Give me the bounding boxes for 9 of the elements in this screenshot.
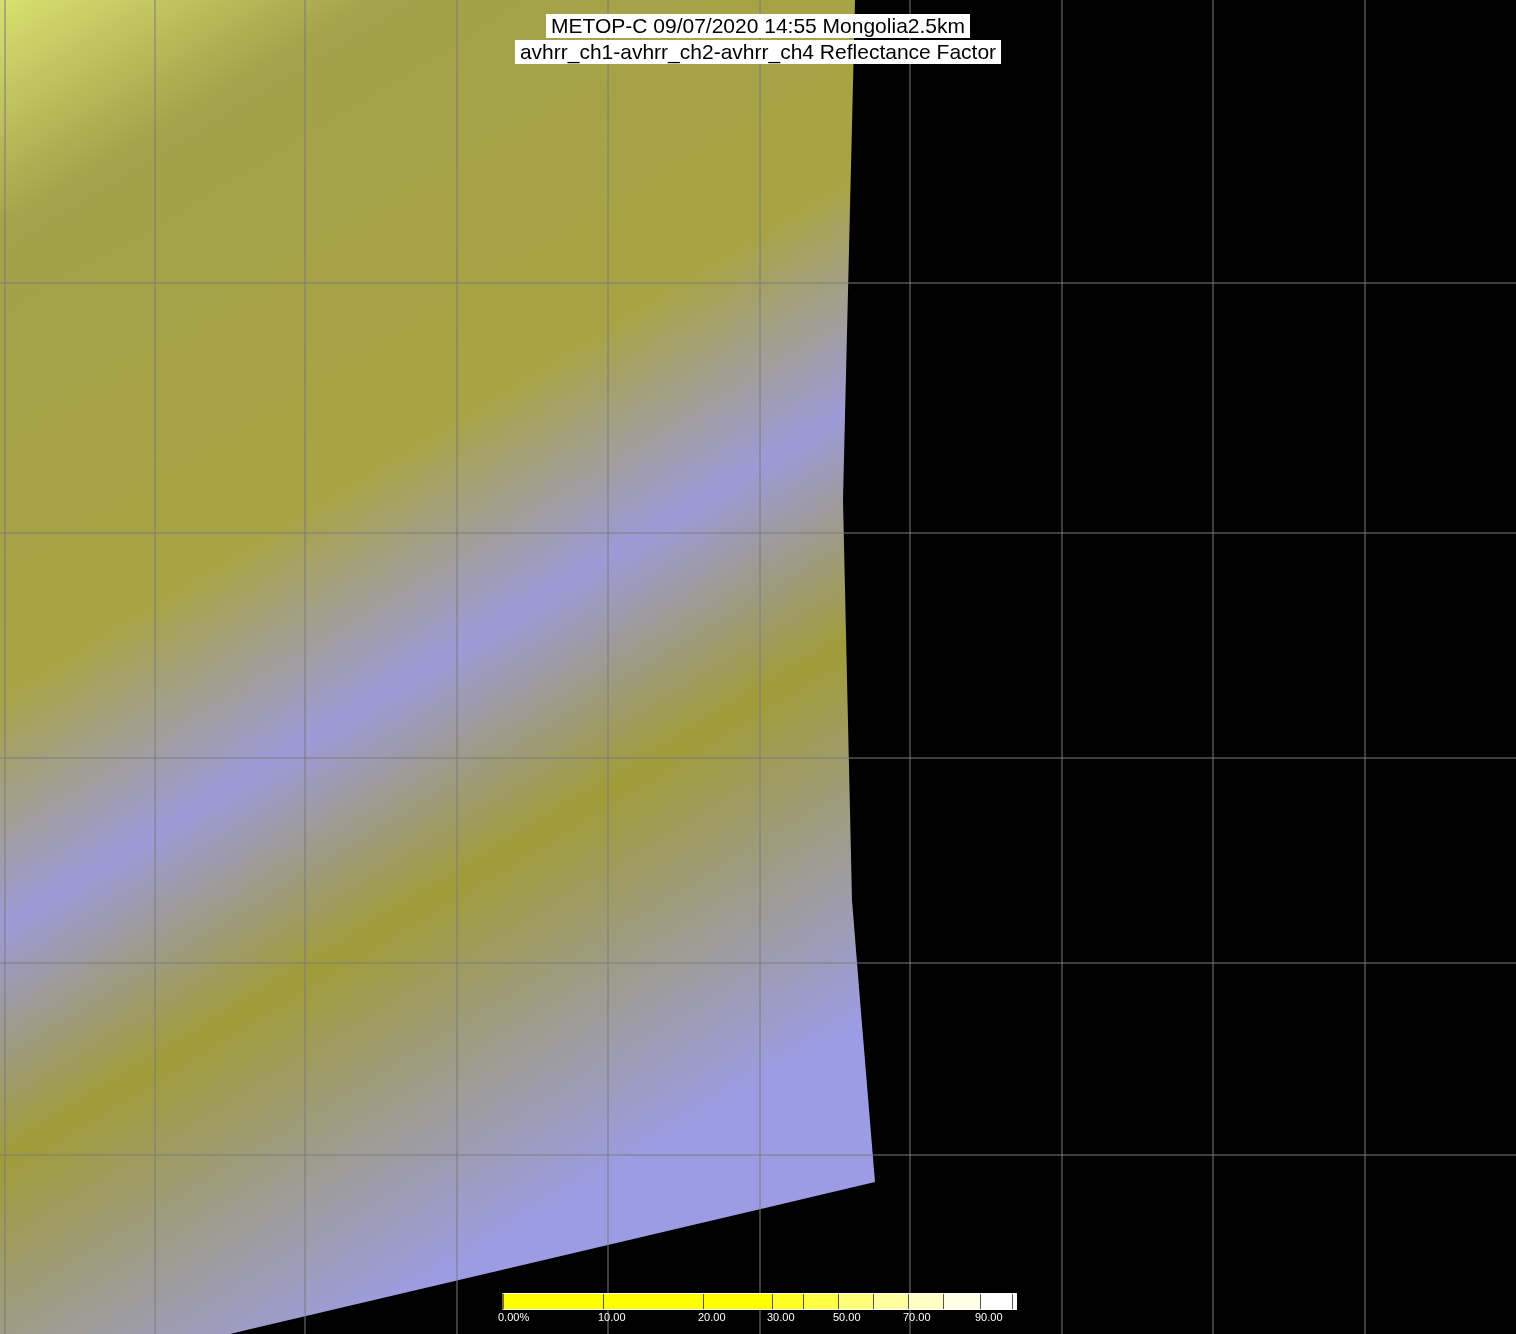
scale-label: 20.00	[698, 1311, 726, 1323]
scale-label: 0.00%	[498, 1311, 530, 1323]
scale-label: 70.00	[903, 1311, 931, 1323]
scale-label: 50.00	[833, 1311, 861, 1323]
scale-label: 30.00	[767, 1311, 795, 1323]
scale-label: 90.00	[975, 1311, 1003, 1323]
scale-label: 10.00	[598, 1311, 626, 1323]
title-text: METOP-C 09/07/2020 14:55 Mongolia2.5km	[546, 14, 970, 38]
subtitle-text: avhrr_ch1-avhrr_ch2-avhrr_ch4 Reflectance Factor	[514, 40, 1002, 64]
